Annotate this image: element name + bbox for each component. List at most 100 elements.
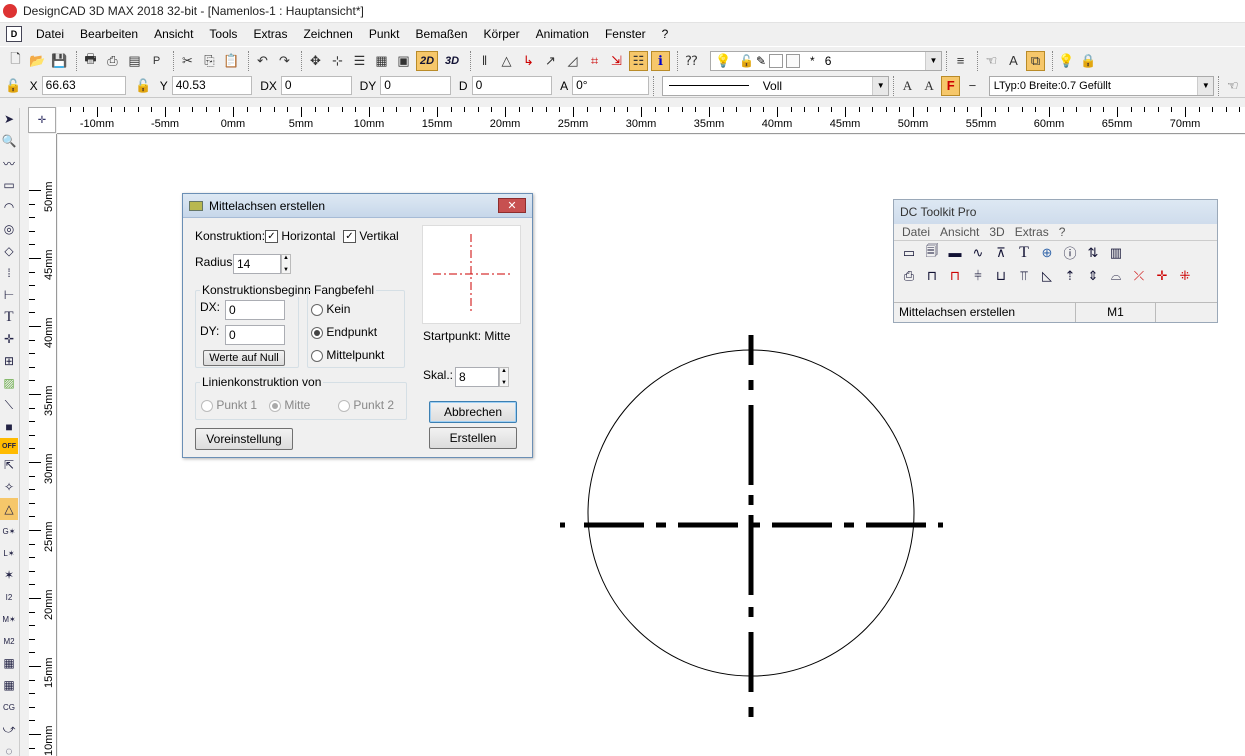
- pan-icon[interactable]: ✥: [306, 51, 325, 71]
- baseline-dim-icon[interactable]: ⫪: [1014, 266, 1034, 286]
- document-window-icon[interactable]: D: [6, 26, 22, 42]
- select-arrow-icon[interactable]: ➤: [0, 108, 18, 130]
- menu-bearbeiten[interactable]: Bearbeiten: [72, 27, 146, 41]
- paste-icon[interactable]: 📋: [222, 51, 241, 71]
- centerline-cross-icon[interactable]: ✛: [1152, 266, 1172, 286]
- snap-m2-icon[interactable]: M2: [0, 630, 18, 652]
- radio-punkt2[interactable]: [338, 399, 350, 412]
- line-type-combo[interactable]: LTyp:0 Breite:0.7 Gefüllt ▼: [988, 75, 1215, 96]
- radio-mittelpunkt[interactable]: [311, 349, 323, 362]
- angle-field[interactable]: 0°: [572, 76, 649, 95]
- horizontal-checkbox-wrap[interactable]: ✓ Horizontal: [265, 229, 335, 244]
- bulb-off-icon[interactable]: 💡: [1057, 51, 1076, 71]
- menu-help[interactable]: ?: [654, 27, 677, 41]
- properties-sheet-icon[interactable]: ⎙: [899, 266, 919, 286]
- x-field[interactable]: 66.63: [41, 76, 127, 95]
- zoom-icon[interactable]: 🔍: [0, 130, 18, 152]
- stack-icon[interactable]: ▦: [372, 51, 391, 71]
- radio-kein-wrap[interactable]: Kein: [311, 302, 350, 316]
- snap-m-icon[interactable]: M✶: [0, 608, 18, 630]
- draw-arrow-icon[interactable]: ↗: [541, 51, 560, 71]
- fill-toggle-icon[interactable]: F: [941, 75, 961, 96]
- copy-layer-icon[interactable]: ⧉: [1026, 50, 1045, 71]
- font-decrease-icon[interactable]: A: [920, 76, 939, 96]
- mode-3d-button[interactable]: 3D: [441, 51, 463, 71]
- properties-icon[interactable]: P: [147, 51, 166, 71]
- cylinder-icon[interactable]: ⌓: [1106, 266, 1126, 286]
- line-style-combo[interactable]: Voll ▼: [661, 75, 890, 96]
- line-icon[interactable]: ⟍: [0, 394, 18, 416]
- dimension-arrow-icon[interactable]: ⊼: [991, 243, 1011, 263]
- lock-open-icon[interactable]: 🔓: [739, 54, 754, 68]
- voreinstellung-button[interactable]: Voreinstellung: [195, 428, 293, 450]
- skal-spinner[interactable]: ▲ ▼: [499, 367, 509, 387]
- list-view-icon[interactable]: ☷: [629, 50, 648, 71]
- dialog-titlebar[interactable]: Mittelachsen erstellen: [183, 194, 532, 218]
- bracket-dim-icon[interactable]: ⊓: [922, 266, 942, 286]
- layer-combo[interactable]: 💡 🔓 ✎ * 6 ▼: [710, 50, 942, 71]
- hand-pointer-icon[interactable]: ☜: [1223, 76, 1242, 96]
- close-icon[interactable]: ✕: [498, 198, 526, 213]
- vertikal-checkbox-wrap[interactable]: ✓ Vertikal: [343, 229, 399, 244]
- menu-extras[interactable]: Extras: [245, 27, 295, 41]
- snap-x-icon[interactable]: ⤫: [1129, 266, 1149, 286]
- pointer-red-icon[interactable]: ⇲: [607, 51, 626, 71]
- magic-wand-icon[interactable]: ✧: [0, 476, 18, 498]
- chain-dim-icon[interactable]: ⊔: [991, 266, 1011, 286]
- text-tool-icon[interactable]: A: [1004, 51, 1023, 71]
- vertikal-checkbox[interactable]: ✓: [343, 230, 356, 244]
- point-cloud-icon[interactable]: ⊹: [328, 51, 347, 71]
- radio-kein[interactable]: [311, 303, 323, 316]
- menu-bemassen[interactable]: Bemaßen: [408, 27, 476, 41]
- drawn-circle[interactable]: [587, 349, 915, 677]
- circle-dotted-icon[interactable]: ◌: [0, 740, 18, 756]
- toolkit-menu-datei[interactable]: Datei: [898, 225, 936, 239]
- polyline-icon[interactable]: 〰: [0, 152, 18, 174]
- bracket-red-icon[interactable]: ⊓: [945, 266, 965, 286]
- symbol-icon[interactable]: ⊕: [1037, 243, 1057, 263]
- open-folder-icon[interactable]: 📂: [28, 51, 47, 71]
- diamond-icon[interactable]: ◇: [0, 240, 18, 262]
- circle-icon[interactable]: ◎: [0, 218, 18, 240]
- radio-punkt1[interactable]: [201, 399, 213, 412]
- toolkit-menu-ansicht[interactable]: Ansicht: [936, 225, 985, 239]
- radio-mitte[interactable]: [269, 399, 281, 412]
- group-icon[interactable]: ⊞: [0, 350, 18, 372]
- thick-line-icon[interactable]: ▬: [945, 243, 965, 263]
- undo-icon[interactable]: ↶: [253, 51, 272, 71]
- horizontal-checkbox[interactable]: ✓: [265, 230, 278, 244]
- text-icon[interactable]: T: [0, 306, 18, 328]
- line-width-icon[interactable]: −: [963, 76, 982, 96]
- layer-stack-icon[interactable]: ≡: [951, 51, 970, 71]
- radio-mitte-wrap[interactable]: Mitte: [269, 398, 310, 412]
- crosshair-icon[interactable]: ✛: [0, 328, 18, 350]
- toolkit-menu-help[interactable]: ?: [1055, 225, 1072, 239]
- werte-auf-null-button[interactable]: Werte auf Null: [203, 350, 285, 366]
- color-swatch-hatch-icon[interactable]: [786, 53, 801, 68]
- color-swatch-white-icon[interactable]: [769, 53, 784, 68]
- menu-koerper[interactable]: Körper: [476, 27, 528, 41]
- copy-icon[interactable]: ⎘: [200, 51, 219, 71]
- redo-icon[interactable]: ↷: [275, 51, 294, 71]
- lock-y-icon[interactable]: 🔓: [134, 76, 153, 96]
- toolkit-title[interactable]: DC Toolkit Pro: [894, 200, 1217, 224]
- save-icon[interactable]: 💾: [50, 51, 69, 71]
- y-field[interactable]: 40.53: [171, 76, 253, 95]
- lock-x-icon[interactable]: 🔓: [4, 76, 23, 96]
- lightbulb-icon[interactable]: 💡: [715, 53, 731, 69]
- chevron-down-icon[interactable]: ▼: [1197, 76, 1214, 95]
- hand-icon[interactable]: ☜: [982, 51, 1001, 71]
- circle-arrow-vert-icon[interactable]: ⇕: [1083, 266, 1103, 286]
- snap-cg-icon[interactable]: CG: [0, 696, 18, 718]
- info-icon[interactable]: ℹ: [651, 50, 670, 71]
- grid-points-icon[interactable]: ⁞: [0, 262, 18, 284]
- layers-icon[interactable]: ☰: [350, 51, 369, 71]
- sort-icon[interactable]: ⇅: [1083, 243, 1103, 263]
- menu-animation[interactable]: Animation: [528, 27, 597, 41]
- toolkit-menu-extras[interactable]: Extras: [1011, 225, 1055, 239]
- radio-punkt1-wrap[interactable]: Punkt 1: [201, 398, 257, 412]
- radio-punkt2-wrap[interactable]: Punkt 2: [338, 398, 394, 412]
- chevron-down-icon[interactable]: ▼: [872, 76, 889, 95]
- radio-endpunkt[interactable]: [311, 326, 323, 339]
- info-box-icon[interactable]: ⓘ: [1060, 243, 1080, 263]
